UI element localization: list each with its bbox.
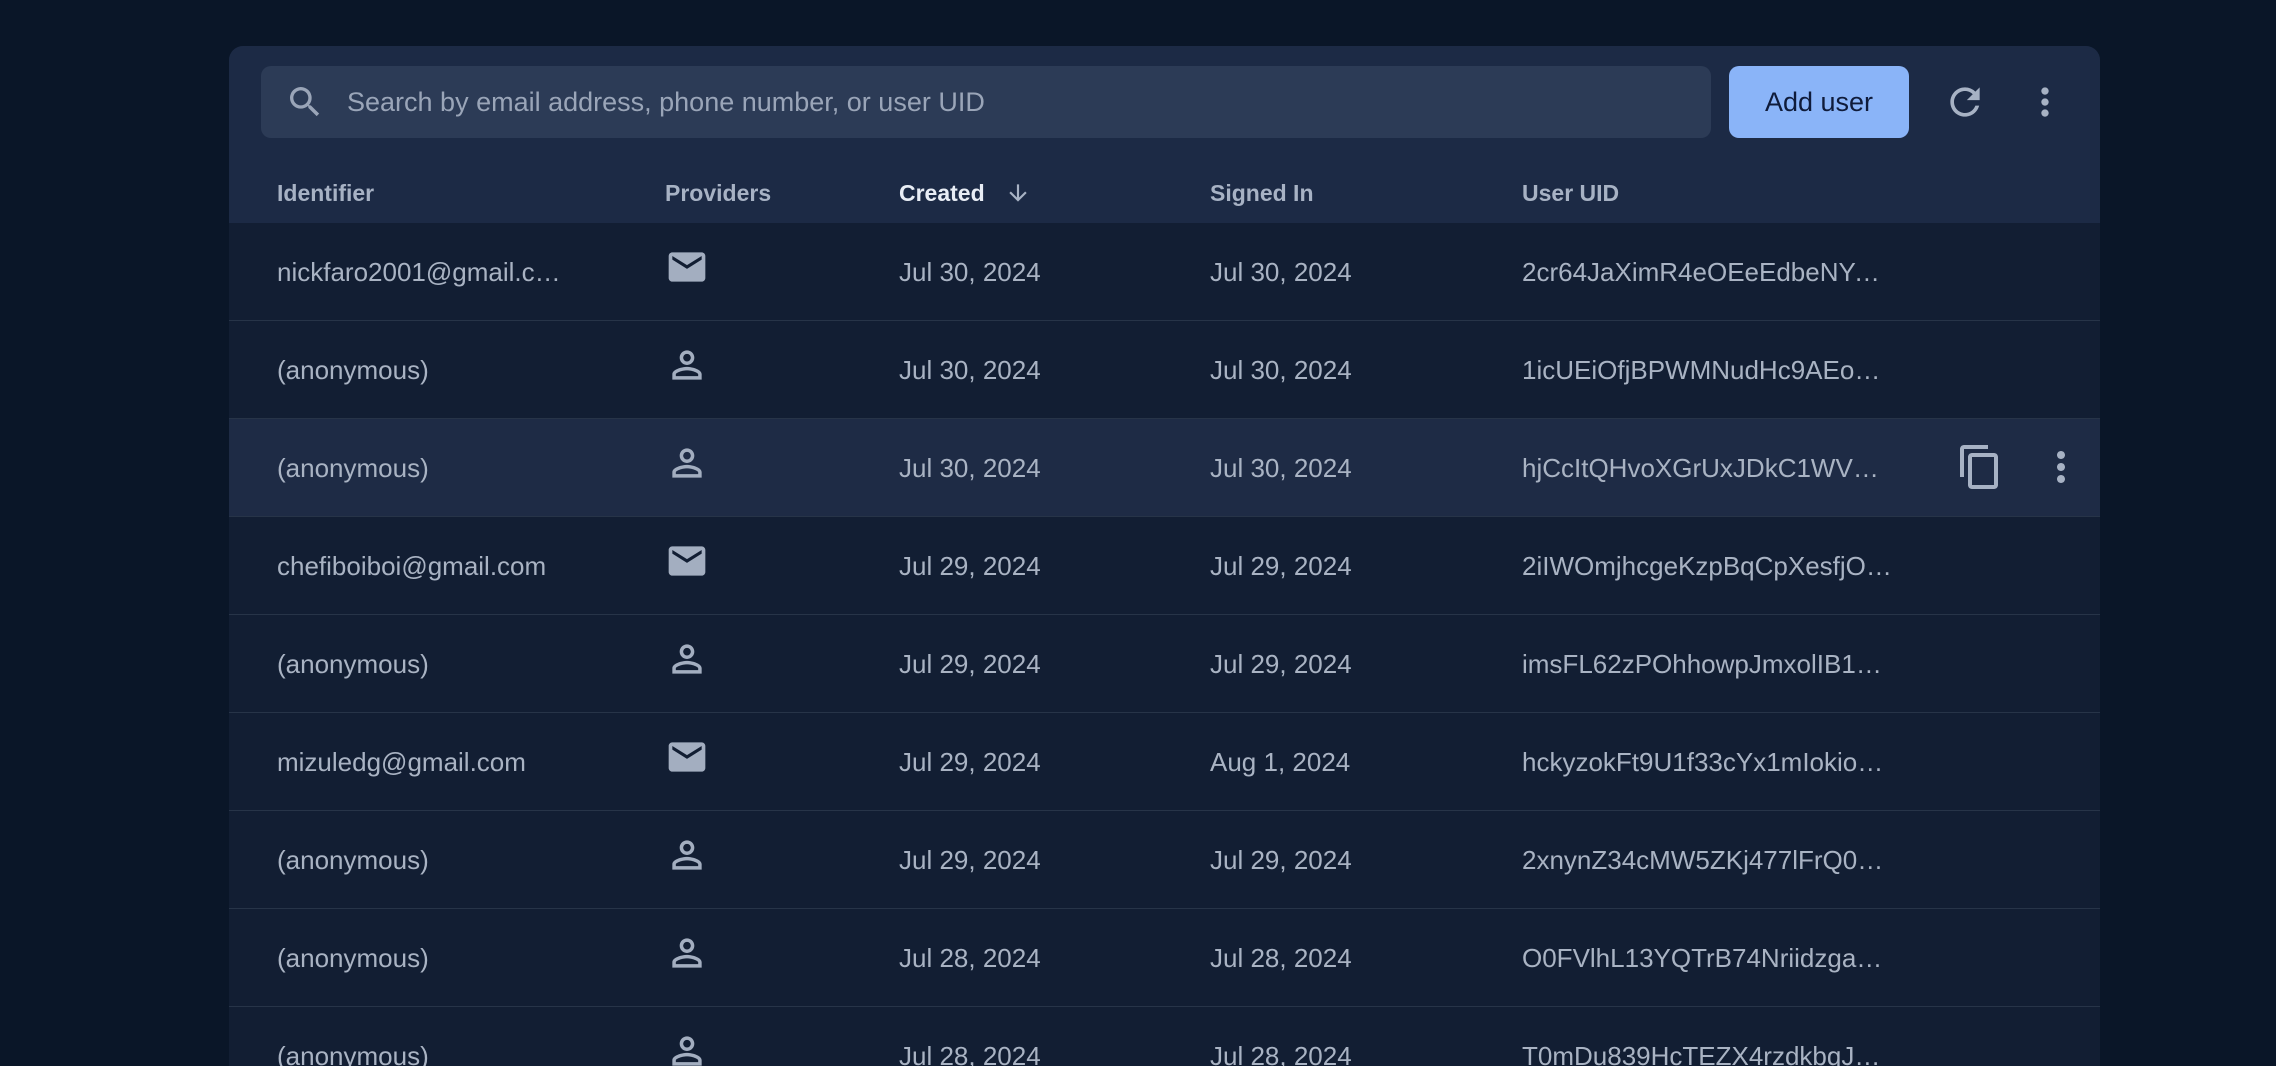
created-cell: Jul 30, 2024 bbox=[899, 355, 1041, 385]
user-uid-cell: 1icUEiOfjBPWMNudHc9AEoD… bbox=[1522, 355, 1892, 385]
user-uid-cell: T0mDu839HcTEZX4rzdkbqJ1… bbox=[1522, 1041, 1892, 1066]
person-icon bbox=[672, 840, 702, 870]
signed-in-cell: Aug 1, 2024 bbox=[1210, 747, 1351, 777]
users-panel: Add user Identifier Providers Created Si… bbox=[229, 46, 2100, 1066]
identifier-cell: (anonymous) bbox=[277, 845, 429, 875]
table-row[interactable]: mizuledg@gmail.com Jul 29, 2024 Aug 1, 202… bbox=[229, 713, 2100, 811]
search-input[interactable] bbox=[347, 66, 1687, 138]
user-uid-cell: 2iIWOmjhcgeKzpBqCpXesfjO3… bbox=[1522, 551, 1892, 581]
user-uid-cell: hjCcItQHvoXGrUxJDkC1WVQf… bbox=[1522, 453, 1892, 483]
user-uid-cell: 2xnynZ34cMW5ZKj477lFrQ0y… bbox=[1522, 845, 1892, 875]
column-header-identifier[interactable]: Identifier bbox=[277, 180, 374, 207]
column-header-signed-in[interactable]: Signed In bbox=[1210, 180, 1314, 207]
email-icon bbox=[668, 742, 706, 772]
refresh-icon[interactable] bbox=[1943, 80, 1987, 124]
identifier-cell: mizuledg@gmail.com bbox=[277, 747, 526, 777]
table-row[interactable]: (anonymous) Jul 30, 2024 Jul 30, 2024 1icUE… bbox=[229, 321, 2100, 419]
more-vert-icon[interactable] bbox=[2023, 80, 2067, 124]
user-uid-cell: imsFL62zPOhhowpJmxolIB1a… bbox=[1522, 649, 1892, 679]
signed-in-cell: Jul 29, 2024 bbox=[1210, 551, 1352, 581]
table-row[interactable]: nickfaro2001@gmail.co… Jul 30, 2024 Jul 30… bbox=[229, 223, 2100, 321]
column-header-created[interactable]: Created bbox=[899, 180, 1031, 207]
person-icon bbox=[672, 938, 702, 968]
signed-in-cell: Jul 30, 2024 bbox=[1210, 453, 1352, 483]
user-uid-cell: O0FVlhL13YQTrB74NriidzgaN… bbox=[1522, 943, 1892, 973]
column-header-providers: Providers bbox=[665, 180, 772, 206]
more-vert-icon[interactable] bbox=[2037, 443, 2085, 491]
table-row[interactable]: (anonymous) Jul 28, 2024 Jul 28, 2024 O0FVl… bbox=[229, 909, 2100, 1007]
signed-in-cell: Jul 30, 2024 bbox=[1210, 257, 1352, 287]
table-row[interactable]: (anonymous) Jul 30, 2024 Jul 30, 2024 hjCcI… bbox=[229, 419, 2100, 517]
signed-in-cell: Jul 28, 2024 bbox=[1210, 943, 1352, 973]
copy-icon[interactable] bbox=[1956, 443, 2004, 491]
table-row[interactable]: (anonymous) Jul 28, 2024 Jul 28, 2024 T0mDu… bbox=[229, 1007, 2100, 1066]
created-cell: Jul 29, 2024 bbox=[899, 649, 1041, 679]
signed-in-cell: Jul 30, 2024 bbox=[1210, 355, 1352, 385]
identifier-cell: (anonymous) bbox=[277, 649, 429, 679]
person-icon bbox=[672, 448, 702, 478]
user-uid-cell: 2cr64JaXimR4eOEeEdbeNYpz… bbox=[1522, 257, 1892, 287]
created-cell: Jul 28, 2024 bbox=[899, 943, 1041, 973]
toolbar: Add user Identifier Providers Created Si… bbox=[229, 46, 2100, 225]
person-icon bbox=[672, 350, 702, 380]
created-cell: Jul 30, 2024 bbox=[899, 453, 1041, 483]
identifier-cell: (anonymous) bbox=[277, 355, 429, 385]
arrow-down-icon[interactable] bbox=[1005, 180, 1031, 206]
add-user-button[interactable]: Add user bbox=[1729, 66, 1909, 138]
person-icon bbox=[672, 644, 702, 674]
search-box[interactable] bbox=[261, 66, 1711, 138]
created-cell: Jul 29, 2024 bbox=[899, 845, 1041, 875]
column-header-created-label: Created bbox=[899, 180, 985, 206]
table-row[interactable]: chefiboiboi@gmail.com Jul 29, 2024 Jul 29,… bbox=[229, 517, 2100, 615]
column-header-user-uid[interactable]: User UID bbox=[1522, 180, 1619, 207]
identifier-cell: (anonymous) bbox=[277, 1041, 429, 1066]
user-uid-cell: hckyzokFt9U1f33cYx1mIokion… bbox=[1522, 747, 1892, 777]
signed-in-cell: Jul 29, 2024 bbox=[1210, 649, 1352, 679]
email-icon bbox=[668, 546, 706, 576]
identifier-cell: (anonymous) bbox=[277, 943, 429, 973]
created-cell: Jul 28, 2024 bbox=[899, 1041, 1041, 1066]
identifier-cell: chefiboiboi@gmail.com bbox=[277, 551, 547, 581]
created-cell: Jul 29, 2024 bbox=[899, 747, 1041, 777]
table-header: Identifier Providers Created Signed In U… bbox=[229, 162, 2100, 225]
table-row[interactable]: (anonymous) Jul 29, 2024 Jul 29, 2024 imsFL… bbox=[229, 615, 2100, 713]
table-row[interactable]: (anonymous) Jul 29, 2024 Jul 29, 2024 2xnyn… bbox=[229, 811, 2100, 909]
created-cell: Jul 30, 2024 bbox=[899, 257, 1041, 287]
users-table-body: nickfaro2001@gmail.co… Jul 30, 2024 Jul 30… bbox=[229, 223, 2100, 1066]
signed-in-cell: Jul 29, 2024 bbox=[1210, 845, 1352, 875]
identifier-cell: nickfaro2001@gmail.co… bbox=[277, 257, 572, 287]
created-cell: Jul 29, 2024 bbox=[899, 551, 1041, 581]
person-icon bbox=[672, 1036, 702, 1066]
signed-in-cell: Jul 28, 2024 bbox=[1210, 1041, 1352, 1066]
search-icon bbox=[290, 87, 320, 117]
email-icon bbox=[668, 252, 706, 282]
identifier-cell: (anonymous) bbox=[277, 453, 429, 483]
